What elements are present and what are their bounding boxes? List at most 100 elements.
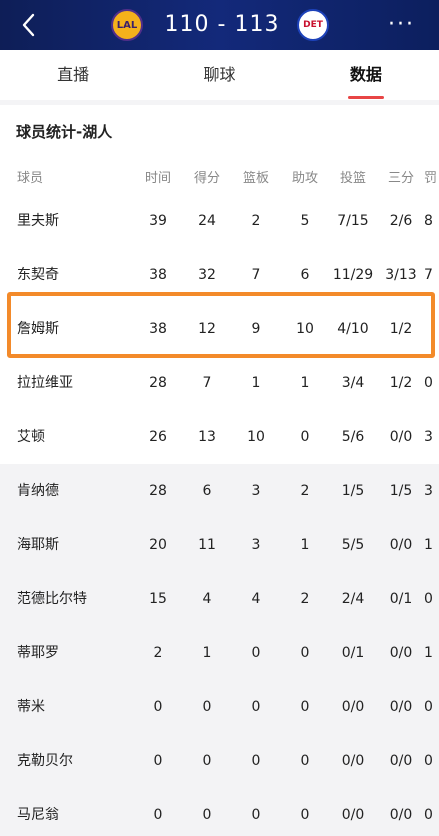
stat-3p: 0/1 <box>389 591 413 607</box>
stat-min: 39 <box>149 213 167 229</box>
tab-stats[interactable]: 数据 <box>293 50 439 100</box>
stat-ast: 0 <box>300 807 310 823</box>
section-title: 球员统计-湖人 <box>16 123 113 141</box>
stat-ft: 0 <box>424 375 433 391</box>
home-score: 110 <box>164 12 210 37</box>
stat-reb: 0 <box>251 699 261 715</box>
stat-fg: 0/1 <box>341 645 365 661</box>
stat-ft: 3 <box>424 483 433 499</box>
stat-ft: 8 <box>424 213 433 229</box>
stat-reb: 3 <box>251 537 261 553</box>
stats-panel: 球员统计-湖人 球员 时间 得分 篮板 助攻 投篮 三分 罚 里夫斯 39 24… <box>0 105 439 836</box>
stat-min: 28 <box>149 483 167 499</box>
stat-ft: 0 <box>424 699 433 715</box>
stat-fg: 1/5 <box>341 483 365 499</box>
stat-ast: 1 <box>300 537 310 553</box>
stat-pts: 13 <box>198 429 216 445</box>
stat-pts: 0 <box>202 753 212 769</box>
stat-fg: 0/0 <box>341 699 365 715</box>
table-row[interactable]: 肯纳德 28 6 3 2 1/5 1/5 3 <box>0 464 439 518</box>
highlight-box <box>7 292 435 358</box>
stat-min: 28 <box>149 375 167 391</box>
stat-ast: 2 <box>300 483 310 499</box>
table-row[interactable]: 艾顿 26 13 10 0 5/6 0/0 3 <box>0 410 439 464</box>
stat-pts: 11 <box>198 537 216 553</box>
stat-3p: 1/2 <box>389 375 413 391</box>
table-row[interactable]: 里夫斯 39 24 2 5 7/15 2/6 8 <box>0 194 439 248</box>
stat-reb: 0 <box>251 807 261 823</box>
tab-bar: 直播 聊球 数据 <box>0 50 439 100</box>
player-name[interactable]: 海耶斯 <box>17 518 127 572</box>
stat-pts: 24 <box>198 213 216 229</box>
game-header: LAL 110 - 113 DET ··· <box>0 0 439 50</box>
stat-3p: 0/0 <box>389 537 413 553</box>
stat-pts: 4 <box>202 591 212 607</box>
away-team-logo[interactable]: DET <box>297 9 329 41</box>
stat-3p: 0/0 <box>389 699 413 715</box>
stat-pts: 0 <box>202 699 212 715</box>
home-team-logo[interactable]: LAL <box>111 9 143 41</box>
stat-reb: 0 <box>251 753 261 769</box>
stat-ast: 0 <box>300 753 310 769</box>
stat-ft: 0 <box>424 753 433 769</box>
player-name[interactable]: 里夫斯 <box>17 194 127 248</box>
stat-min: 0 <box>153 699 163 715</box>
player-name[interactable]: 马尼翁 <box>17 788 127 836</box>
away-score: 113 <box>234 12 280 37</box>
stat-min: 0 <box>153 753 163 769</box>
player-name[interactable]: 蒂米 <box>17 680 127 734</box>
table-row[interactable]: 范德比尔特 15 4 4 2 2/4 0/1 0 <box>0 572 439 626</box>
stat-fg: 5/5 <box>341 537 365 553</box>
stat-3p: 0/0 <box>389 645 413 661</box>
player-name[interactable]: 蒂耶罗 <box>17 626 127 680</box>
stat-fg: 0/0 <box>341 807 365 823</box>
stat-pts: 0 <box>202 807 212 823</box>
stat-ast: 1 <box>300 375 310 391</box>
stat-fg: 7/15 <box>337 213 369 229</box>
table-row[interactable]: 克勒贝尔 0 0 0 0 0/0 0/0 0 <box>0 734 439 788</box>
table-row[interactable]: 马尼翁 0 0 0 0 0/0 0/0 0 <box>0 788 439 836</box>
stat-reb: 2 <box>251 213 261 229</box>
stat-pts: 6 <box>202 483 212 499</box>
stat-ast: 0 <box>300 645 310 661</box>
stat-reb: 10 <box>247 429 265 445</box>
table-row[interactable]: 拉拉维亚 28 7 1 1 3/4 1/2 0 <box>0 356 439 410</box>
stat-ft: 0 <box>424 591 433 607</box>
stat-fg: 0/0 <box>341 753 365 769</box>
tab-chat[interactable]: 聊球 <box>146 50 292 100</box>
more-icon[interactable]: ··· <box>388 10 415 40</box>
player-name[interactable]: 范德比尔特 <box>17 572 127 626</box>
stat-ast: 0 <box>300 699 310 715</box>
stat-ast: 5 <box>300 213 310 229</box>
stat-3p: 0/0 <box>389 807 413 823</box>
stat-3p: 2/6 <box>389 213 413 229</box>
player-name[interactable]: 肯纳德 <box>17 464 127 518</box>
stat-3p: 0/0 <box>389 753 413 769</box>
scoreboard: 110 - 113 <box>160 10 284 40</box>
stat-pts: 7 <box>202 375 212 391</box>
stat-min: 20 <box>149 537 167 553</box>
stat-reb: 4 <box>251 591 261 607</box>
stat-ft: 3 <box>424 429 433 445</box>
tab-live[interactable]: 直播 <box>0 50 146 100</box>
stat-min: 15 <box>149 591 167 607</box>
stat-min: 26 <box>149 429 167 445</box>
stat-reb: 0 <box>251 645 261 661</box>
stat-min: 2 <box>153 645 163 661</box>
stat-ast: 2 <box>300 591 310 607</box>
player-name[interactable]: 艾顿 <box>17 410 127 464</box>
stat-ft: 0 <box>424 807 433 823</box>
stat-3p: 1/5 <box>389 483 413 499</box>
table-row[interactable]: 蒂耶罗 2 1 0 0 0/1 0/0 1 <box>0 626 439 680</box>
score-separator: - <box>217 12 227 37</box>
player-name[interactable]: 拉拉维亚 <box>17 356 127 410</box>
table-row[interactable]: 蒂米 0 0 0 0 0/0 0/0 0 <box>0 680 439 734</box>
player-name[interactable]: 克勒贝尔 <box>17 734 127 788</box>
stat-reb: 3 <box>251 483 261 499</box>
stat-min: 0 <box>153 807 163 823</box>
stat-fg: 5/6 <box>341 429 365 445</box>
stat-fg: 3/4 <box>341 375 365 391</box>
table-row[interactable]: 海耶斯 20 11 3 1 5/5 0/0 1 <box>0 518 439 572</box>
stat-pts: 1 <box>202 645 212 661</box>
back-icon[interactable] <box>14 8 44 42</box>
